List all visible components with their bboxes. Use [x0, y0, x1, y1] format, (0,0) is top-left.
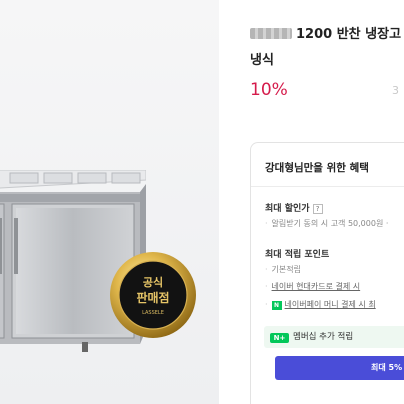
price-faded: 3 — [392, 84, 399, 97]
points-basic: · 기본적립 — [265, 265, 301, 274]
max-benefit-button[interactable]: 최대 5% — [275, 356, 404, 380]
points-naverpay-money[interactable]: · N 네이버페이 머니 결제 시 최 — [265, 299, 376, 310]
divider — [251, 186, 404, 187]
badge-line1: 공식 — [143, 275, 163, 289]
official-seller-badge: 공식 판매점 LASSELE — [110, 252, 196, 338]
product-title: 1200 반찬 냉장고 — [250, 26, 404, 44]
product-title-text: 1200 반찬 냉장고 — [296, 27, 402, 42]
product-title-line2: 냉식 — [250, 53, 274, 68]
points-hyundai-card-text[interactable]: 네이버 현대카드로 결제 시 — [272, 282, 361, 291]
membership-extra-points[interactable]: N+ 멤버십 추가 적립 — [264, 326, 404, 348]
points-basic-text: 기본적립 — [271, 265, 301, 274]
max-points-heading: 최대 적립 포인트 — [265, 250, 330, 260]
points-hyundai-card[interactable]: · 네이버 현대카드로 결제 시 — [265, 281, 360, 292]
max-discount-label: 최대 할인가 — [265, 204, 310, 214]
discount-condition: · 알림받기 동의 시 고객 50,000원 · — [265, 219, 389, 228]
max-discount-heading: 최대 할인가? — [265, 201, 323, 214]
naver-n-icon: N — [271, 301, 282, 310]
discount-condition-text: 알림받기 동의 시 고객 50,000원 · — [271, 219, 389, 228]
blurred-brand-name — [250, 28, 292, 39]
naver-plus-icon: N+ — [270, 333, 289, 343]
help-icon[interactable]: ? — [312, 204, 323, 214]
membership-label: 멤버십 추가 적립 — [293, 332, 354, 342]
product-image-panel[interactable]: 공식 판매점 LASSELE — [0, 0, 219, 404]
discount-rate: 10% — [250, 80, 288, 100]
badge-line2: 판매점 — [136, 290, 169, 305]
points-naverpay-money-text[interactable]: 네이버페이 머니 결제 시 최 — [285, 300, 376, 309]
benefit-card-title: 강대형님만을 위한 혜택 — [265, 162, 369, 174]
badge-brand: LASSELE — [142, 310, 164, 316]
